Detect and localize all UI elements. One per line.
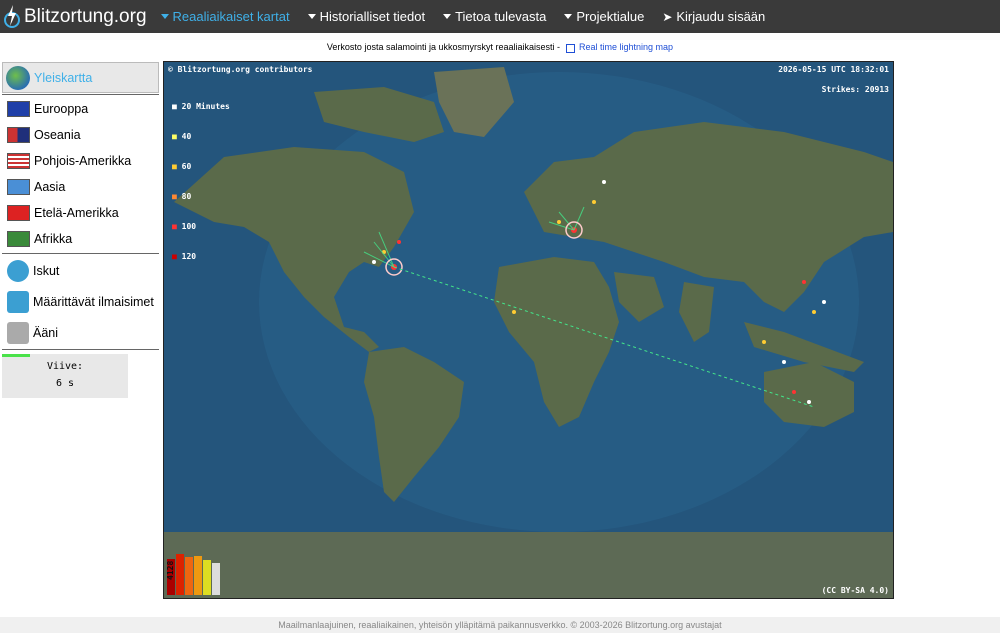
- delay-progress-bar: [2, 354, 30, 357]
- divider: [2, 349, 159, 350]
- sidebar-item-asia[interactable]: Aasia: [2, 174, 159, 200]
- sidebar-item-africa[interactable]: Afrikka: [2, 226, 159, 252]
- caret-down-icon: [443, 14, 452, 19]
- nav-realtime-maps[interactable]: Reaaliaikaiset kartat: [160, 0, 290, 33]
- nav-label: Reaaliaikaiset kartat: [172, 9, 290, 24]
- legend-item: ■ 60: [172, 162, 192, 171]
- radio-icon: [7, 290, 29, 313]
- external-link-icon: [566, 43, 576, 53]
- subtitle-bar: Verkosto josta salamointi ja ukkosmyrsky…: [0, 33, 1000, 61]
- nav-project-area[interactable]: Projektialue: [564, 0, 644, 33]
- sidebar-item-label: Afrikka: [34, 232, 73, 246]
- south-america-flag-icon: [7, 205, 30, 221]
- nav-label: Projektialue: [576, 9, 645, 24]
- speaker-icon: [7, 321, 29, 344]
- sidebar-item-north-america[interactable]: Pohjois-Amerikka: [2, 148, 159, 174]
- legend-item: ■ 80: [172, 192, 192, 201]
- map-legend: ■ 20 Minutes ■ 40 ■ 60 ■ 80 ■ 100 ■ 120: [172, 82, 230, 282]
- nav-login[interactable]: ➤ Kirjaudu sisään: [662, 0, 765, 33]
- sidebar-item-label: Määrittävät ilmaisimet: [33, 294, 154, 309]
- subtitle-text: Verkosto josta salamointi ja ukkosmyrsky…: [326, 42, 561, 52]
- nav-historical-data[interactable]: Historialliset tiedot: [307, 0, 426, 33]
- brand-link[interactable]: Blitzortung.org: [0, 0, 147, 33]
- sidebar-item-label: Eurooppa: [34, 102, 89, 116]
- sidebar-item-label: Pohjois-Amerikka: [34, 154, 132, 168]
- us-flag-icon: [7, 153, 30, 169]
- australia-flag-icon: [7, 127, 30, 143]
- nav-about[interactable]: Tietoa tulevasta: [443, 0, 546, 33]
- brand-name: Blitzortung.org: [24, 5, 147, 27]
- top-navbar: Blitzortung.org Reaaliaikaiset kartat Hi…: [0, 0, 1000, 33]
- sidebar-item-europe[interactable]: Eurooppa: [2, 96, 159, 122]
- divider: [2, 253, 159, 254]
- legend-item: ■ 40: [172, 132, 192, 141]
- legend-item: ■ 120: [172, 252, 197, 261]
- nav-label: Historialliset tiedot: [319, 9, 426, 24]
- sidebar-item-label: Iskut: [33, 263, 60, 278]
- page-footer: Maailmanlaajuinen, reaaliaikainen, yhtei…: [0, 617, 1000, 633]
- divider: [2, 94, 159, 95]
- strikes-icon: [7, 259, 29, 282]
- lightning-map[interactable]: © Blitzortung.org contributors 2026-05-1…: [163, 61, 894, 599]
- asia-flag-icon: [7, 179, 30, 195]
- sidebar-item-oceania[interactable]: Oseania: [2, 122, 159, 148]
- sidebar-item-label: Etelä-Amerikka: [34, 206, 119, 220]
- sidebar-item-label: Oseania: [34, 128, 81, 142]
- sidebar-item-label: Ääni: [33, 325, 59, 340]
- map-counter: 4128: [166, 560, 175, 580]
- sidebar-item-strikes[interactable]: Iskut: [2, 255, 159, 286]
- map-copyright: © Blitzortung.org contributors: [168, 65, 313, 74]
- sidebar-item-overview[interactable]: Yleiskartta: [2, 62, 159, 93]
- sidebar-item-south-america[interactable]: Etelä-Amerikka: [2, 200, 159, 226]
- legend-item: ■ 20 Minutes: [172, 102, 230, 111]
- realtime-map-link[interactable]: Real time lightning map: [579, 42, 673, 52]
- legend-item: ■ 100: [172, 222, 197, 231]
- sidebar-item-label: Aasia: [34, 180, 66, 194]
- nav-label: Kirjaudu sisään: [676, 9, 766, 24]
- sidebar-item-detectors[interactable]: Määrittävät ilmaisimet: [2, 286, 159, 317]
- sidebar: Yleiskartta Eurooppa Oseania Pohjois-Ame…: [2, 62, 159, 398]
- globe-icon: [6, 65, 30, 90]
- world-map-graphic: [164, 62, 893, 598]
- nav-label: Tietoa tulevasta: [455, 9, 547, 24]
- login-icon: ➤: [662, 9, 673, 24]
- delay-panel: Viive: 6 s: [2, 354, 128, 398]
- map-strikes-count: Strikes: 20913: [821, 85, 889, 94]
- map-timestamp: 2026-05-15 UTC 18:32:01: [778, 65, 889, 74]
- caret-down-icon: [564, 14, 573, 19]
- map-license: (CC BY-SA 4.0): [821, 586, 889, 595]
- sidebar-item-sound[interactable]: Ääni: [2, 317, 159, 348]
- eu-flag-icon: [7, 101, 30, 117]
- africa-flag-icon: [7, 231, 30, 247]
- lightning-logo-icon: [4, 4, 20, 28]
- delay-value: 6 s: [55, 378, 75, 389]
- sidebar-item-label: Yleiskartta: [34, 70, 93, 85]
- caret-down-icon: [307, 14, 316, 19]
- delay-label: Viive:: [46, 361, 84, 372]
- caret-down-icon: [160, 14, 169, 19]
